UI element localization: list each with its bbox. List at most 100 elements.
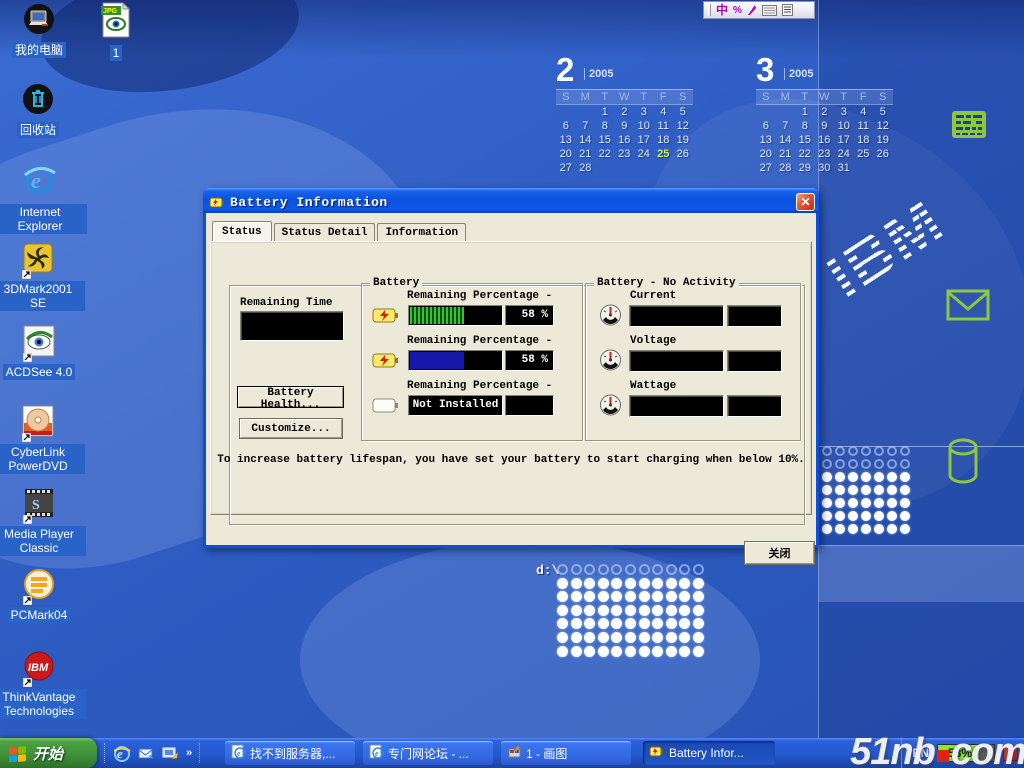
internet-explorer-icon[interactable]: e bbox=[114, 745, 131, 762]
internet-explorer-icon[interactable]: e bbox=[23, 163, 57, 202]
task-button-4[interactable]: Battery Infor... bbox=[643, 741, 775, 765]
cyberlink-powerdvd-icon[interactable] bbox=[22, 405, 54, 442]
ime-pen-icon[interactable] bbox=[747, 4, 757, 16]
media-player-classic-icon[interactable]: S bbox=[23, 487, 55, 524]
keyboard-icon[interactable] bbox=[762, 5, 777, 16]
jpg-file-1-icon[interactable]: JPG bbox=[100, 2, 132, 43]
desktop-icon-acdsee-40[interactable]: ACDSee 4.0 bbox=[0, 325, 87, 381]
desktop-icon-label[interactable]: 我的电脑 bbox=[12, 42, 66, 58]
calendar-weekday: F bbox=[654, 89, 674, 105]
task-button-1[interactable]: e找不到服务器,... bbox=[225, 741, 355, 765]
decor-dot bbox=[900, 472, 910, 482]
pcmark04-icon[interactable] bbox=[23, 568, 55, 605]
task-button-label: 专门网论坛 - ... bbox=[388, 745, 469, 762]
calendar-day: 9 bbox=[815, 119, 835, 133]
desktop-icon-thinkvantage-technologies[interactable]: IBM ThinkVantage Technologies bbox=[0, 650, 87, 720]
calendar-weekday: S bbox=[556, 89, 576, 105]
calendar-day: 23 bbox=[615, 147, 635, 161]
calendar-day: 17 bbox=[634, 133, 654, 147]
decor-dot bbox=[571, 591, 582, 602]
decor-dot bbox=[861, 498, 871, 508]
decor-dot bbox=[835, 485, 845, 495]
outlook-express-icon[interactable] bbox=[138, 746, 155, 761]
thinkvantage-technologies-icon[interactable]: IBM bbox=[23, 650, 55, 687]
desktop-icon-pcmark04[interactable]: PCMark04 bbox=[0, 568, 87, 624]
desktop-icon-label[interactable]: Media Player Classic bbox=[0, 526, 86, 556]
calendar-day: 28 bbox=[576, 161, 596, 175]
recycle-bin-icon[interactable] bbox=[22, 83, 54, 120]
calendar-day: 16 bbox=[815, 133, 835, 147]
start-label: 开始 bbox=[33, 743, 63, 764]
ime-mode-icon[interactable]: % bbox=[733, 5, 742, 16]
dialog-body: StatusStatus DetailInformation Remaining… bbox=[206, 213, 816, 545]
calendar-day: 29 bbox=[795, 161, 815, 175]
calendar-weekday: T bbox=[595, 89, 615, 105]
desktop-icon-internet-explorer[interactable]: e Internet Explorer bbox=[0, 163, 88, 235]
tab-status[interactable]: Status bbox=[212, 221, 272, 241]
desktop-icon-recycle-bin[interactable]: 回收站 bbox=[0, 83, 86, 139]
decor-dot bbox=[557, 564, 568, 575]
desktop-icon-label[interactable]: Internet Explorer bbox=[0, 204, 87, 234]
desktop-icon-label[interactable]: ACDSee 4.0 bbox=[3, 364, 76, 380]
acdsee-40-icon[interactable] bbox=[23, 325, 55, 362]
decor-dot bbox=[652, 605, 663, 616]
decor-dot bbox=[625, 632, 636, 643]
wallpaper-shape bbox=[300, 540, 760, 768]
battery-health-button[interactable]: Battery Health... bbox=[237, 386, 344, 408]
task-button-2[interactable]: e专门网论坛 - ... bbox=[363, 741, 493, 765]
decor-dot bbox=[887, 511, 897, 521]
decor-dot bbox=[598, 591, 609, 602]
decor-dot bbox=[822, 446, 832, 456]
window-titlebar[interactable]: Battery Information ✕ bbox=[203, 188, 819, 213]
decor-dot bbox=[900, 459, 910, 469]
calendar-day: 3 bbox=[634, 105, 654, 119]
calendar-day: 7 bbox=[776, 119, 796, 133]
desktop-icon-label[interactable]: CyberLink PowerDVD bbox=[0, 444, 85, 474]
task-button-3[interactable]: 1 - 画图 bbox=[501, 741, 631, 765]
battery-bar-0 bbox=[408, 305, 503, 326]
desktop-icon-media-player-classic[interactable]: S Media Player Classic bbox=[0, 487, 87, 557]
task-button-label: Battery Infor... bbox=[669, 746, 744, 760]
no-activity-group-title: Battery - No Activity bbox=[594, 277, 739, 289]
tab-information[interactable]: Information bbox=[377, 223, 466, 241]
ime-chinese-icon[interactable]: 中 bbox=[716, 4, 728, 16]
calendar-day: 27 bbox=[556, 161, 576, 175]
desktop-icon-3dmark2001-se[interactable]: 3DMark2001 SE bbox=[0, 242, 86, 312]
calendar-day: 5 bbox=[673, 105, 693, 119]
customize-button[interactable]: Customize... bbox=[239, 418, 343, 439]
menu-icon[interactable] bbox=[782, 4, 793, 16]
my-computer-icon[interactable] bbox=[22, 3, 56, 40]
3dmark2001-se-icon[interactable] bbox=[22, 242, 54, 279]
desktop-icon-label[interactable]: PCMark04 bbox=[8, 607, 71, 623]
start-button[interactable]: 开始 bbox=[0, 738, 97, 768]
ie-page-icon: e bbox=[369, 744, 384, 762]
decor-dot bbox=[611, 646, 622, 657]
desktop-icon-label[interactable]: ThinkVantage Technologies bbox=[0, 689, 86, 719]
decor-dot bbox=[571, 618, 582, 629]
desktop-icon-label[interactable]: 3DMark2001 SE bbox=[0, 281, 85, 311]
decor-dot bbox=[598, 578, 609, 589]
gauge-icon bbox=[599, 304, 622, 332]
desktop-icon-cyberlink-powerdvd[interactable]: CyberLink PowerDVD bbox=[0, 405, 86, 475]
close-button[interactable]: ✕ bbox=[796, 193, 815, 211]
cylinder-icon bbox=[947, 438, 979, 484]
calendar-weekday: S bbox=[873, 89, 893, 105]
calendar-weekday: M bbox=[576, 89, 596, 105]
language-bar[interactable]: 中 % bbox=[703, 1, 815, 19]
quick-launch-chevron[interactable]: » bbox=[186, 747, 192, 759]
battery-charged-icon bbox=[372, 352, 399, 374]
tab-status-detail[interactable]: Status Detail bbox=[274, 223, 376, 241]
desktop-icon-label[interactable]: 回收站 bbox=[17, 122, 59, 138]
51nb-watermark: 51nbcom bbox=[850, 731, 1024, 768]
calendar-day: 26 bbox=[673, 147, 693, 161]
decor-dot bbox=[835, 498, 845, 508]
desktop-icon-label[interactable]: 1 bbox=[110, 45, 123, 61]
decor-dot bbox=[848, 485, 858, 495]
battery-empty-icon bbox=[372, 397, 399, 419]
langbar-grip[interactable] bbox=[708, 4, 711, 16]
calendar-day: 15 bbox=[795, 133, 815, 147]
show-desktop-icon[interactable] bbox=[162, 746, 179, 761]
desktop-icon-jpg-file-1[interactable]: JPG 1 bbox=[68, 2, 164, 62]
decor-dot bbox=[874, 472, 884, 482]
close-dialog-button[interactable]: 关闭 bbox=[744, 541, 815, 565]
